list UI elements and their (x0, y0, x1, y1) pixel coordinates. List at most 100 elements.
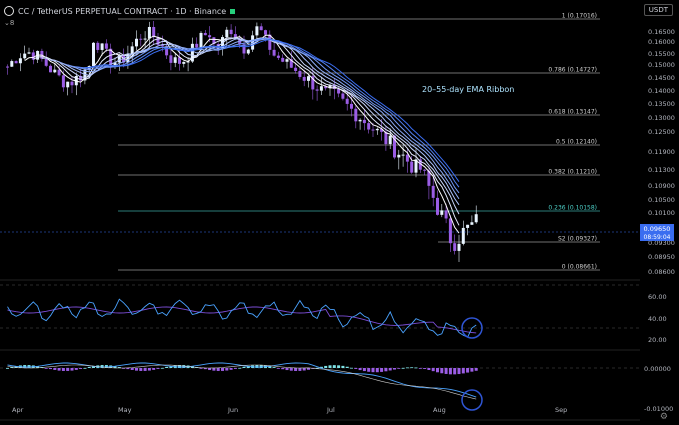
candle-body (307, 76, 310, 81)
candle-body (474, 214, 478, 223)
candle-body (259, 26, 263, 31)
macd-histogram-bar (70, 368, 74, 371)
macd-histogram-bar (328, 365, 332, 368)
macd-histogram-bar (147, 368, 151, 371)
symbol-title: CC / TetherUS PERPETUAL CONTRACT · 1D · … (18, 6, 227, 16)
macd-histogram-bar (410, 367, 414, 369)
market-status-icon (230, 8, 236, 14)
candle-body (362, 119, 366, 124)
macd-histogram-bar (375, 368, 379, 373)
candle-body (466, 224, 470, 228)
macd-histogram-bar (350, 367, 353, 369)
candle-body (302, 76, 306, 81)
fib-label: 1 (0.17016) (562, 13, 597, 20)
candle-body (448, 218, 452, 244)
candle-body (453, 243, 457, 251)
candle-body (225, 29, 229, 38)
macd-histogram-bar (307, 368, 310, 370)
candle-body (444, 210, 448, 219)
candle-body (298, 70, 302, 77)
coin-logo-icon (4, 6, 14, 16)
gear-icon[interactable]: ⚙ (660, 412, 668, 422)
candle-body (195, 43, 199, 48)
fib-label: 0.5 (0.12140) (556, 139, 597, 146)
macd-histogram-bar (160, 367, 164, 369)
price-tick-label: 0.10100 (648, 209, 675, 217)
macd-histogram-bar (49, 368, 52, 370)
macd-histogram-bar (233, 368, 237, 369)
macd-tick-label: 0.00000 (644, 365, 671, 373)
macd-histogram-bar (423, 368, 427, 369)
macd-histogram-bar (130, 368, 134, 370)
macd-histogram-bar (474, 368, 478, 371)
candle-body (53, 69, 57, 73)
macd-histogram-bar (208, 368, 212, 371)
ema-ribbon-line (24, 34, 460, 234)
candle-body (285, 59, 289, 62)
candle-body (61, 75, 65, 88)
candle-body (405, 154, 409, 162)
macd-histogram-bar (414, 367, 418, 369)
macd-histogram-bar (431, 368, 435, 372)
macd-histogram-bar (457, 368, 461, 375)
macd-histogram-bar (276, 368, 280, 369)
price-tick-label: 0.15500 (648, 50, 675, 58)
candle-body (199, 32, 203, 48)
price-tick-label: 0.11900 (648, 148, 675, 156)
macd-highlight-circle (461, 389, 483, 411)
chart-canvas[interactable]: 0.16500 0.16000 0.15500 0.15000 0.14500 0.140… (0, 0, 679, 425)
time-axis-label: May (118, 406, 132, 414)
macd-histogram-bar (436, 368, 439, 373)
candle-body (135, 38, 138, 47)
macd-histogram-bar (216, 368, 220, 371)
indicators-toggle[interactable]: ⌄ 8 (4, 18, 18, 27)
candle-body (44, 58, 48, 66)
macd-histogram-bar (332, 365, 336, 368)
candle-body (143, 38, 147, 40)
macd-histogram-bar (427, 368, 431, 370)
candle-body (457, 243, 461, 251)
macd-tick-label: -0.01000 (644, 405, 673, 413)
macd-histogram-bar (272, 367, 276, 368)
price-tick-label: 0.13000 (648, 114, 675, 122)
price-tick-label: 0.11300 (648, 166, 675, 174)
macd-histogram-bar (66, 368, 70, 371)
macd-histogram-bar (405, 367, 409, 369)
macd-histogram-bar (367, 368, 371, 372)
fib-label: 0.786 (0.14727) (548, 67, 597, 74)
fib-label: 0.382 (0.11210) (548, 169, 597, 176)
ema-ribbon-line (76, 38, 460, 188)
time-axis-label: Jun (227, 406, 238, 414)
price-tick-label: 0.13500 (648, 100, 675, 108)
candle-body (388, 135, 392, 145)
symbol-header[interactable]: CC / TetherUS PERPETUAL CONTRACT · 1D · … (4, 4, 236, 18)
candle-body (14, 61, 18, 64)
currency-selector[interactable]: USDT (643, 4, 673, 16)
candle-body (49, 65, 52, 73)
macd-histogram-bar (466, 368, 470, 373)
macd-histogram-bar (384, 368, 388, 372)
candle-body (66, 81, 70, 88)
price-tick-label: 0.08950 (648, 253, 675, 261)
macd-histogram-bar (362, 368, 366, 372)
macd-histogram-bar (285, 368, 289, 371)
macd-histogram-bar (79, 368, 83, 369)
macd-histogram-bar (401, 367, 405, 369)
macd-histogram-bar (380, 368, 384, 372)
ema-ribbon-line (67, 37, 460, 194)
candle-body (341, 93, 345, 99)
macd-histogram-bar (221, 368, 224, 371)
candle-body (57, 69, 61, 76)
macd-histogram-bar (242, 366, 246, 368)
candle-body (96, 42, 100, 50)
macd-histogram-bar (289, 368, 293, 371)
candle-body (173, 57, 177, 63)
macd-histogram-bar (371, 368, 375, 373)
macd-histogram-bar (143, 368, 147, 371)
time-axis-label: Aug (433, 406, 446, 414)
macd-histogram-bar (397, 368, 401, 369)
indicator-count: 8 (9, 18, 15, 27)
macd-histogram-bar (440, 368, 444, 374)
macd-histogram-bar (152, 368, 156, 370)
time-axis-label: Sep (555, 406, 567, 414)
